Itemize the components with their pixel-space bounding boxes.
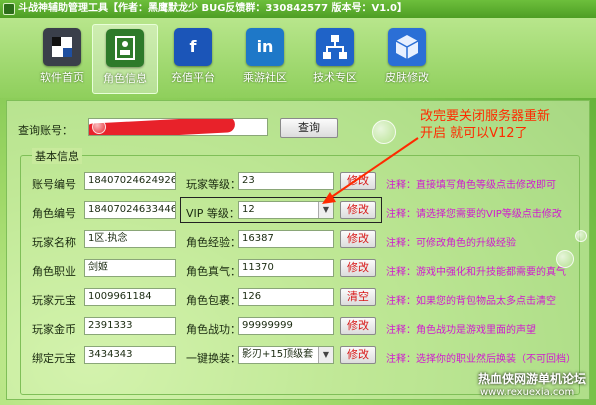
network-icon — [316, 28, 354, 66]
bag-field[interactable]: 126 — [238, 288, 334, 306]
tool-home-button[interactable]: 软件首页 — [29, 24, 95, 94]
red-annotation: 改完要关闭服务器重新 开启 就可以V12了 — [420, 108, 550, 142]
tool-tech-button[interactable]: 技术专区 — [302, 24, 368, 94]
role-id-field[interactable]: 1840702463344640 — [84, 201, 176, 219]
annotation-line: 开启 就可以V12了 — [420, 126, 528, 141]
tool-label: 软件首页 — [40, 71, 84, 84]
tool-label: 皮肤修改 — [385, 71, 429, 84]
field-note: 注释：可修改角色的升级经验 — [386, 238, 516, 249]
info-row: 绑定元宝 3434343 一键换装： 影刃+15顶级套 ▼ 修改 注释：选择你的… — [0, 346, 596, 368]
linkedin-icon: in — [246, 28, 284, 66]
field-label: 玩家元宝 — [32, 294, 76, 307]
merit-field[interactable]: 99999999 — [238, 317, 334, 335]
field-note: 注释：选择你的职业然后换装（不可回档） — [386, 354, 576, 365]
home-icon — [43, 28, 81, 66]
tool-label: 充值平台 — [171, 71, 215, 84]
field-label: 角色战功： — [186, 323, 241, 336]
title-bar: 斗战神辅助管理工具【作者：黑鹰默龙少 BUG反馈群：330842577 版本号：… — [0, 0, 596, 18]
bubble-decoration — [575, 230, 587, 242]
chevron-down-icon[interactable]: ▼ — [318, 347, 333, 363]
section-title: 基本信息 — [32, 148, 82, 164]
info-row: 账号编号 1840702462492672 玩家等级： 23 修改 注释：直接填… — [0, 172, 596, 194]
facebook-icon: f — [174, 28, 212, 66]
field-label: 玩家名称 — [32, 236, 76, 249]
field-label: 角色经验： — [186, 236, 241, 249]
field-label: 角色包裹： — [186, 294, 241, 307]
clear-bag-button[interactable]: 清空 — [340, 288, 376, 306]
field-note: 注释：角色战功是游戏里面的声望 — [386, 325, 536, 336]
role-icon — [106, 29, 144, 67]
bubble-decoration — [556, 250, 574, 268]
bound-ingot-field[interactable]: 3434343 — [84, 346, 176, 364]
tool-skin-button[interactable]: 皮肤修改 — [374, 24, 440, 94]
toolbar: 软件首页 角色信息 f 充值平台 in 乘游社区 技术专区 皮肤修改 — [0, 18, 596, 98]
field-label: 玩家金币 — [32, 323, 76, 336]
modify-exp-button[interactable]: 修改 — [340, 230, 376, 248]
bubble-decoration — [372, 120, 396, 144]
field-note: 注释：游戏中强化和升技能都需要的真气 — [386, 267, 566, 278]
info-row: 角色职业 剑姬 角色真气： 11370 修改 注释：游戏中强化和升技能都需要的真… — [0, 259, 596, 281]
outfit-value: 影刃+15顶级套 — [242, 349, 314, 360]
field-note: 注释：直接填写角色等级点击修改即可 — [386, 180, 556, 191]
query-button[interactable]: 查询 — [280, 118, 338, 138]
tool-label: 技术专区 — [313, 71, 357, 84]
tool-community-button[interactable]: in 乘游社区 — [232, 24, 298, 94]
account-id-field[interactable]: 1840702462492672 — [84, 172, 176, 190]
modify-level-button[interactable]: 修改 — [340, 172, 376, 190]
field-label: 玩家等级： — [186, 178, 241, 191]
outfit-select[interactable]: 影刃+15顶级套 ▼ — [238, 346, 334, 364]
account-label: 查询账号： — [18, 124, 73, 137]
bubble-decoration — [92, 120, 106, 134]
redaction-mark — [89, 119, 236, 135]
gold-coin-field[interactable]: 2391333 — [84, 317, 176, 335]
tool-label: 乘游社区 — [243, 71, 287, 84]
tool-label: 角色信息 — [103, 72, 147, 85]
cube-icon — [388, 28, 426, 66]
tool-recharge-button[interactable]: f 充值平台 — [160, 24, 226, 94]
modify-qi-button[interactable]: 修改 — [340, 259, 376, 277]
watermark-url: www.rexuexia.com — [480, 387, 575, 398]
window-title: 斗战神辅助管理工具【作者：黑鹰默龙少 BUG反馈群：330842577 版本号：… — [18, 3, 407, 14]
account-input[interactable] — [88, 118, 268, 136]
player-level-field[interactable]: 23 — [238, 172, 334, 190]
experience-field[interactable]: 16387 — [238, 230, 334, 248]
role-class-field[interactable]: 剑姬 — [84, 259, 176, 277]
true-qi-field[interactable]: 11370 — [238, 259, 334, 277]
info-row: 玩家金币 2391333 角色战功： 99999999 修改 注释：角色战功是游… — [0, 317, 596, 339]
field-label: 一键换装： — [186, 352, 241, 365]
watermark-name: 热血侠网游单机论坛 — [478, 372, 587, 386]
annotation-line: 改完要关闭服务器重新 — [420, 109, 551, 124]
field-label: 角色职业 — [32, 265, 76, 278]
app-icon — [3, 3, 15, 15]
field-note: 注释：请选择您需要的VIP等级点击修改 — [386, 209, 562, 220]
tool-role-info-button[interactable]: 角色信息 — [92, 24, 158, 94]
vip-highlight-box — [180, 197, 382, 223]
modify-merit-button[interactable]: 修改 — [340, 317, 376, 335]
field-label: 角色编号 — [32, 207, 76, 220]
player-name-field[interactable]: 1区.执念 — [84, 230, 176, 248]
field-note: 注释：如果您的背包物品太多点击清空 — [386, 296, 556, 307]
modify-outfit-button[interactable]: 修改 — [340, 346, 376, 364]
field-label: 绑定元宝 — [32, 352, 76, 365]
info-row: 玩家元宝 1009961184 角色包裹： 126 清空 注释：如果您的背包物品… — [0, 288, 596, 310]
gold-ingot-field[interactable]: 1009961184 — [84, 288, 176, 306]
field-label: 账号编号 — [32, 178, 76, 191]
info-row: 玩家名称 1区.执念 角色经验： 16387 修改 注释：可修改角色的升级经验 — [0, 230, 596, 252]
field-label: 角色真气： — [186, 265, 241, 278]
